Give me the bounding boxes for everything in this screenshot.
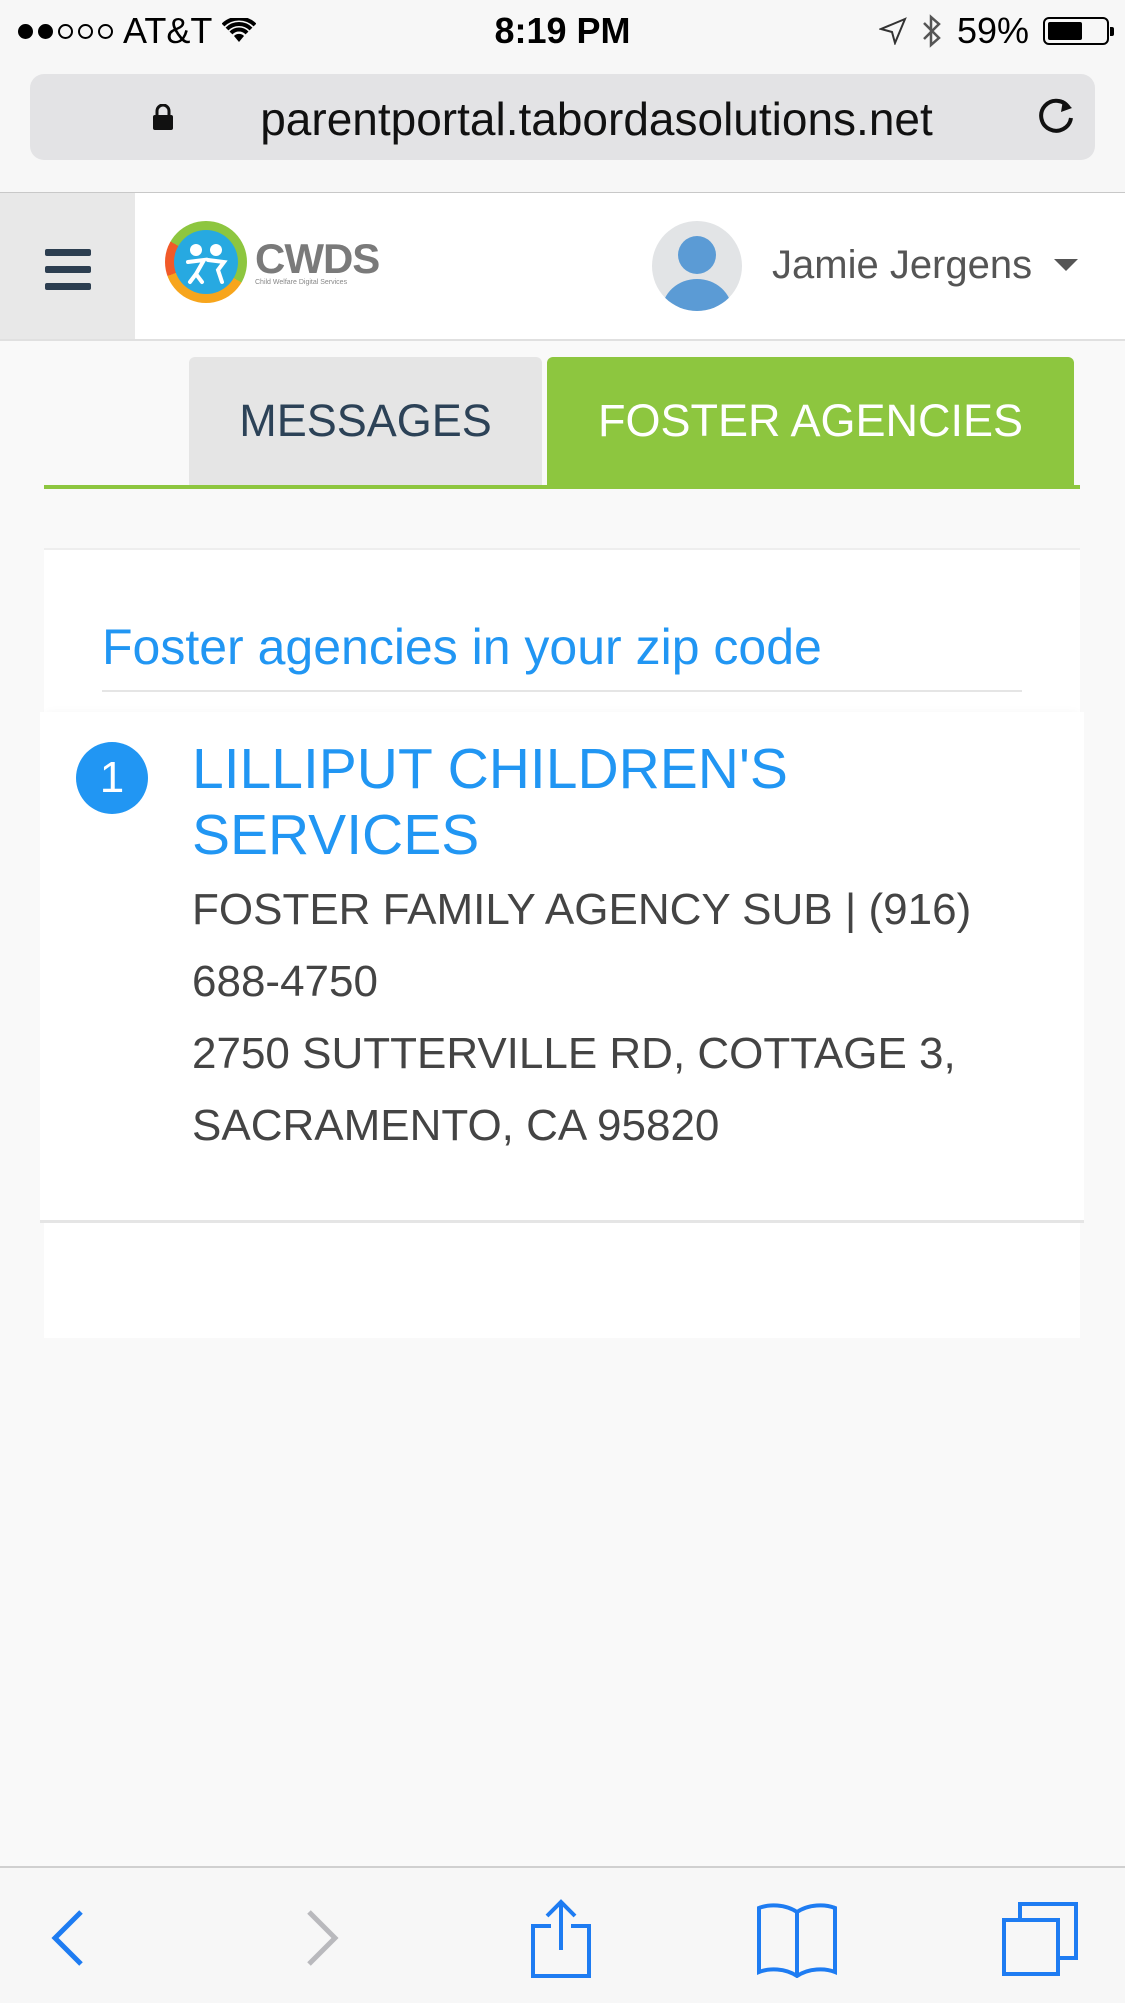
app-header: CWDS Child Welfare Digital Services Jami…: [0, 193, 1125, 341]
status-bar: AT&T 8:19 PM 59%: [0, 0, 1125, 62]
battery-icon: [1043, 17, 1114, 45]
cwds-logo-mark: [165, 221, 247, 303]
tab-bar: MESSAGES FOSTER AGENCIES: [44, 357, 1080, 489]
share-icon[interactable]: [525, 1898, 597, 1978]
logo-text: CWDS: [255, 234, 380, 282]
url-text[interactable]: parentportal.tabordasolutions.net: [30, 92, 1125, 146]
bluetooth-icon: [923, 14, 941, 48]
address-bar[interactable]: parentportal.tabordasolutions.net: [30, 74, 1095, 160]
hamburger-icon: [45, 249, 91, 300]
section-title: Foster agencies in your zip code: [102, 619, 822, 675]
tab-messages[interactable]: MESSAGES: [189, 357, 542, 485]
back-icon[interactable]: [45, 1898, 95, 1978]
list-item[interactable]: 1 LILLIPUT CHILDREN'S SERVICES FOSTER FA…: [40, 712, 1084, 1223]
user-avatar[interactable]: [652, 221, 742, 311]
reload-icon[interactable]: [1033, 94, 1079, 140]
divider: [102, 690, 1022, 692]
agency-details: FOSTER FAMILY AGENCY SUB | (916) 688-475…: [192, 874, 1032, 1162]
foster-agencies-card: Foster agencies in your zip code 1 LILLI…: [40, 548, 1084, 1338]
battery-percent: 59%: [956, 10, 1029, 51]
agency-name[interactable]: LILLIPUT CHILDREN'S SERVICES: [192, 736, 1012, 868]
user-name[interactable]: Jamie Jergens: [772, 243, 1032, 288]
location-icon: [878, 17, 907, 45]
agency-type-phone: FOSTER FAMILY AGENCY SUB | (916) 688-475…: [192, 885, 972, 1006]
browser-address-area: parentportal.tabordasolutions.net: [0, 62, 1125, 194]
hamburger-menu-button[interactable]: [0, 193, 135, 339]
status-right: 59%: [878, 10, 1114, 52]
browser-toolbar: [0, 1866, 1125, 2003]
bookmarks-icon[interactable]: [755, 1898, 839, 1978]
chevron-down-icon[interactable]: [1054, 259, 1078, 271]
agency-address: 2750 SUTTERVILLE RD, COTTAGE 3, SACRAMEN…: [192, 1029, 956, 1150]
tabs-icon[interactable]: [1000, 1898, 1080, 1978]
item-number-badge: 1: [76, 742, 148, 814]
tab-foster-agencies[interactable]: FOSTER AGENCIES: [547, 357, 1074, 485]
cwds-logo[interactable]: CWDS Child Welfare Digital Services: [165, 221, 380, 303]
forward-icon[interactable]: [295, 1898, 345, 1978]
